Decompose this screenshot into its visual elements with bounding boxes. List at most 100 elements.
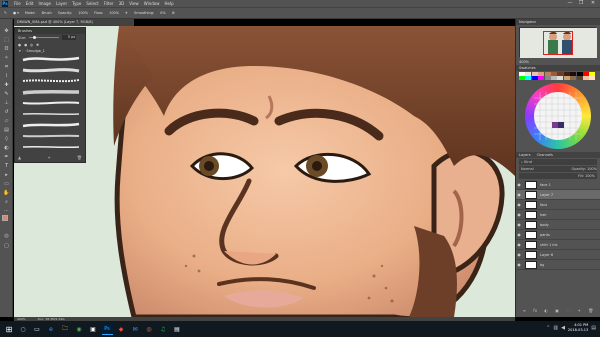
color-swatch[interactable] xyxy=(525,76,532,81)
layer-opacity-field[interactable]: Opacity: 100% xyxy=(571,166,597,172)
notifications-icon[interactable]: ▤ xyxy=(591,325,596,331)
menu-type[interactable]: Type xyxy=(72,1,81,6)
move-tool-icon[interactable]: ✥ xyxy=(2,27,11,35)
healing-tool-icon[interactable]: ✚ xyxy=(2,81,11,89)
pen-tool-icon[interactable]: ✒ xyxy=(2,153,11,161)
tab-navigator[interactable]: Navigator xyxy=(519,19,536,25)
color-swatch[interactable] xyxy=(582,72,589,76)
tab-swatches[interactable]: Swatches xyxy=(519,65,536,71)
brush-size-field[interactable]: 5 px xyxy=(62,35,77,40)
type-tool-icon[interactable]: T xyxy=(2,162,11,170)
windows-start-icon[interactable]: ⊞ xyxy=(4,324,15,335)
color-swatch[interactable] xyxy=(576,72,583,76)
path-select-tool-icon[interactable]: ▸ xyxy=(2,171,11,179)
delete-brush-icon[interactable]: 🗑 xyxy=(77,155,82,160)
new-group-icon[interactable]: 🗀 xyxy=(566,308,570,315)
color-swatch[interactable] xyxy=(544,76,551,81)
settings-gear-icon[interactable]: ⚙ xyxy=(172,11,175,15)
blend-mode-select[interactable]: Normal xyxy=(521,166,534,172)
maximize-button[interactable]: ❐ xyxy=(576,0,586,7)
menu-help[interactable]: Help xyxy=(164,1,173,6)
task-view-icon[interactable]: ▭ xyxy=(32,324,43,335)
color-swatch[interactable] xyxy=(557,72,564,76)
color-swatch[interactable] xyxy=(525,72,532,76)
brush-stroke-preview[interactable] xyxy=(21,121,81,129)
quick-mask-icon[interactable]: ◎ xyxy=(2,232,11,240)
brush-stroke-preview[interactable] xyxy=(21,132,81,140)
adjustment-layer-icon[interactable]: ◐ xyxy=(544,308,548,315)
brush-options-icon[interactable]: ▲ xyxy=(18,155,21,160)
brush-stroke-preview[interactable] xyxy=(21,143,81,151)
tray-expand-icon[interactable]: ⌃ xyxy=(546,325,550,331)
lasso-tool-icon[interactable]: ʘ xyxy=(2,45,11,53)
layer-row[interactable]: ◉ pants xyxy=(516,230,600,241)
menu-view[interactable]: View xyxy=(129,1,139,6)
layer-filter-kind[interactable]: ⌕ Kind xyxy=(519,159,597,166)
tab-layers[interactable]: Layers xyxy=(519,152,531,158)
eraser-tool-icon[interactable]: ▱ xyxy=(2,117,11,125)
brush-tip-icon[interactable]: ✺ xyxy=(36,43,39,47)
layer-row[interactable]: ◉ body xyxy=(516,220,600,231)
color-swatch[interactable] xyxy=(570,72,577,76)
color-swatch[interactable] xyxy=(557,76,564,81)
layer-row[interactable]: ◉ face xyxy=(516,200,600,211)
hand-tool-icon[interactable]: ✋ xyxy=(2,189,11,197)
mail-icon[interactable]: ✉ xyxy=(130,324,141,335)
layer-fill-field[interactable]: Fill: 100% xyxy=(578,174,595,178)
dodge-tool-icon[interactable]: ◐ xyxy=(2,144,11,152)
color-swatch[interactable] xyxy=(531,72,538,76)
color-swatch[interactable] xyxy=(563,76,570,81)
music-app-icon[interactable]: ♫ xyxy=(158,324,169,335)
color-swatch[interactable] xyxy=(589,76,596,81)
visibility-eye-icon[interactable]: ◉ xyxy=(516,222,522,227)
brush-stroke-preview[interactable] xyxy=(21,88,81,96)
menu-layer[interactable]: Layer xyxy=(56,1,67,6)
menu-edit[interactable]: Edit xyxy=(26,1,34,6)
app-icon[interactable]: ◎ xyxy=(144,324,155,335)
visibility-eye-icon[interactable]: ◉ xyxy=(516,182,522,187)
new-brush-icon[interactable]: + xyxy=(47,155,50,160)
foreground-color-swatch[interactable] xyxy=(2,215,8,221)
volume-icon[interactable]: ◀ xyxy=(561,325,565,331)
menu-select[interactable]: Select xyxy=(86,1,98,6)
document-canvas[interactable] xyxy=(14,26,515,317)
cortana-search-icon[interactable]: ○ xyxy=(18,324,29,335)
layer-style-icon[interactable]: fx xyxy=(533,308,537,315)
visibility-eye-icon[interactable]: ◉ xyxy=(516,252,522,257)
color-wheel[interactable] xyxy=(525,83,591,150)
color-swatch[interactable] xyxy=(519,76,525,81)
layer-mask-icon[interactable]: ▣ xyxy=(555,308,559,315)
color-swatch[interactable] xyxy=(544,72,551,76)
new-layer-icon[interactable]: + xyxy=(578,308,581,315)
layer-row[interactable]: ◉ bg xyxy=(516,260,600,271)
app-icon[interactable]: ◆ xyxy=(116,324,127,335)
delete-layer-icon[interactable]: 🗑 xyxy=(588,308,593,315)
color-swatch[interactable] xyxy=(582,76,589,81)
visibility-eye-icon[interactable]: ◉ xyxy=(516,192,522,197)
photoshop-taskbar-icon[interactable]: Ps xyxy=(101,323,113,335)
history-brush-tool-icon[interactable]: ↺ xyxy=(2,108,11,116)
shape-tool-icon[interactable]: ▭ xyxy=(2,180,11,188)
color-swatch[interactable] xyxy=(589,72,596,76)
marquee-tool-icon[interactable]: ⬚ xyxy=(2,36,11,44)
flow-field[interactable]: 100% xyxy=(109,11,119,15)
color-swatch[interactable] xyxy=(538,76,545,81)
visibility-eye-icon[interactable]: ◉ xyxy=(516,262,522,267)
quick-select-tool-icon[interactable]: ✧ xyxy=(2,54,11,62)
clone-stamp-tool-icon[interactable]: ⊥ xyxy=(2,99,11,107)
visibility-eye-icon[interactable]: ◉ xyxy=(516,212,522,217)
menu-filter[interactable]: Filter xyxy=(104,1,114,6)
visibility-eye-icon[interactable]: ◉ xyxy=(516,242,522,247)
navigator-thumbnail[interactable] xyxy=(519,27,597,58)
color-swatch[interactable] xyxy=(550,72,557,76)
color-swatch[interactable] xyxy=(576,76,583,81)
brush-stroke-preview[interactable] xyxy=(21,110,81,118)
mode-select[interactable]: Brush xyxy=(42,11,52,15)
minimize-button[interactable]: — xyxy=(565,0,575,7)
crop-tool-icon[interactable]: ⌗ xyxy=(2,63,11,71)
color-swatch[interactable] xyxy=(531,76,538,81)
menu-3d[interactable]: 3D xyxy=(119,1,125,6)
edge-browser-icon[interactable]: e xyxy=(46,324,57,335)
screen-mode-icon[interactable]: ▢ xyxy=(2,242,11,250)
brush-tip-icon[interactable]: ● xyxy=(18,43,21,47)
